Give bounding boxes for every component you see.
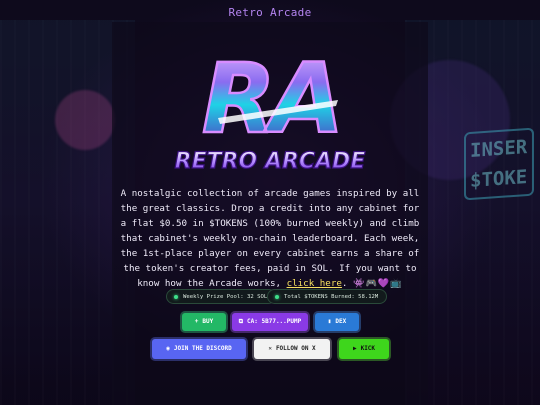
buy-label: BUY: [202, 318, 214, 325]
backdrop-glow: [55, 90, 115, 150]
kick-button[interactable]: ▶ KICK: [339, 339, 389, 359]
insert-sign-line: INSER: [470, 136, 528, 163]
plus-icon: +: [194, 318, 199, 325]
contract-address-label: CA: 5B77...PUMP: [247, 318, 302, 325]
x-logo-icon: ✕: [268, 345, 272, 352]
description-period: .: [341, 278, 348, 289]
follow-x-label: FOLLOW ON X: [275, 345, 316, 352]
weekly-prize-badge: Weekly Prize Pool: 32 SOL: [166, 289, 277, 304]
status-dot-icon: [174, 295, 178, 299]
chart-icon: ▮: [327, 318, 332, 325]
discord-icon: ◉: [166, 345, 170, 352]
tokens-burned-text: Total $TOKENS Burned: 58.12M: [284, 294, 379, 300]
logo-monogram: RA: [202, 43, 338, 155]
retro-arcade-logo: RA RETRO ARCADE: [174, 42, 366, 175]
play-icon: ▶: [352, 345, 357, 352]
description: A nostalgic collection of arcade games i…: [120, 186, 420, 291]
status-dot-icon: [275, 295, 279, 299]
discord-button[interactable]: ◉ JOIN THE DISCORD: [152, 339, 246, 359]
copy-icon: ⧉: [238, 318, 244, 325]
contract-address-button[interactable]: ⧉ CA: 5B77...PUMP: [232, 313, 308, 331]
buy-button[interactable]: + BUY: [182, 313, 226, 331]
follow-x-button[interactable]: ✕ FOLLOW ON X: [254, 339, 330, 359]
how-it-works-link[interactable]: click here: [287, 278, 342, 289]
dex-label: DEX: [335, 318, 347, 325]
page-title: Retro Arcade: [228, 6, 312, 19]
discord-label: JOIN THE DISCORD: [173, 345, 232, 352]
description-text: A nostalgic collection of arcade games i…: [120, 188, 420, 289]
insert-token-sign: INSER $TOKE: [464, 127, 534, 201]
weekly-prize-text: Weekly Prize Pool: 32 SOL: [183, 294, 268, 300]
dex-button[interactable]: ▮ DEX: [315, 313, 359, 331]
kick-label: KICK: [360, 345, 376, 352]
insert-sign-line: $TOKE: [470, 166, 528, 193]
tokens-burned-badge: Total $TOKENS Burned: 58.12M: [267, 289, 388, 304]
emoji-row: 👾🎮💜📺: [353, 278, 403, 289]
logo-wordmark: RETRO ARCADE: [175, 149, 366, 174]
